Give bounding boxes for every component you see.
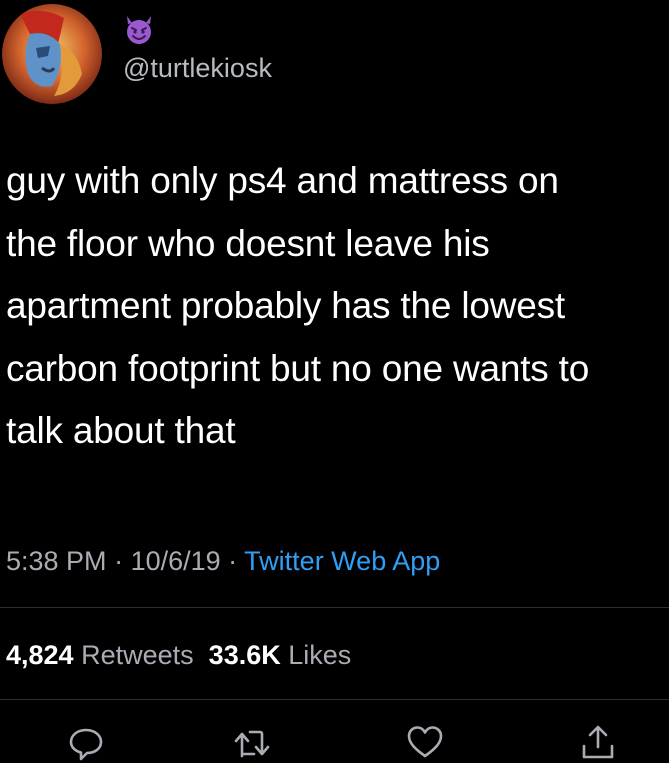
smiling-devil-emoji-icon (127, 16, 151, 44)
tweet-source-link[interactable]: Twitter Web App (244, 546, 440, 576)
divider (0, 607, 669, 608)
share-button[interactable] (578, 722, 618, 762)
reply-button[interactable] (66, 722, 106, 762)
retweet-icon (234, 730, 270, 758)
tweet-text: guy with only ps4 and mattress on the fl… (6, 160, 590, 451)
likes-label: Likes (288, 640, 352, 670)
like-button[interactable] (405, 722, 445, 762)
tweet-date[interactable]: 10/6/19 (131, 546, 221, 576)
divider (0, 699, 669, 700)
display-name-emoji[interactable] (122, 12, 156, 46)
likes-stat[interactable]: 33.6K Likes (209, 640, 352, 670)
tweet-stats: 4,824 Retweets 33.6K Likes (6, 637, 351, 673)
tweet-detail: @turtlekiosk guy with only ps4 and mattr… (0, 0, 669, 763)
meta-separator: · (106, 546, 131, 576)
user-handle[interactable]: @turtlekiosk (123, 52, 272, 84)
retweet-button[interactable] (232, 722, 272, 762)
tweet-time[interactable]: 5:38 PM (6, 546, 107, 576)
retweets-label: Retweets (81, 640, 194, 670)
meta-separator: · (220, 546, 245, 576)
share-icon (582, 725, 614, 759)
like-icon (407, 726, 443, 758)
tweet-metadata: 5:38 PM · 10/6/19 · Twitter Web App (6, 543, 440, 579)
avatar-image (2, 4, 102, 104)
avatar[interactable] (2, 4, 102, 104)
retweets-count: 4,824 (6, 640, 74, 670)
reply-icon (69, 728, 103, 761)
likes-count: 33.6K (208, 640, 281, 670)
retweets-stat[interactable]: 4,824 Retweets (6, 640, 194, 670)
